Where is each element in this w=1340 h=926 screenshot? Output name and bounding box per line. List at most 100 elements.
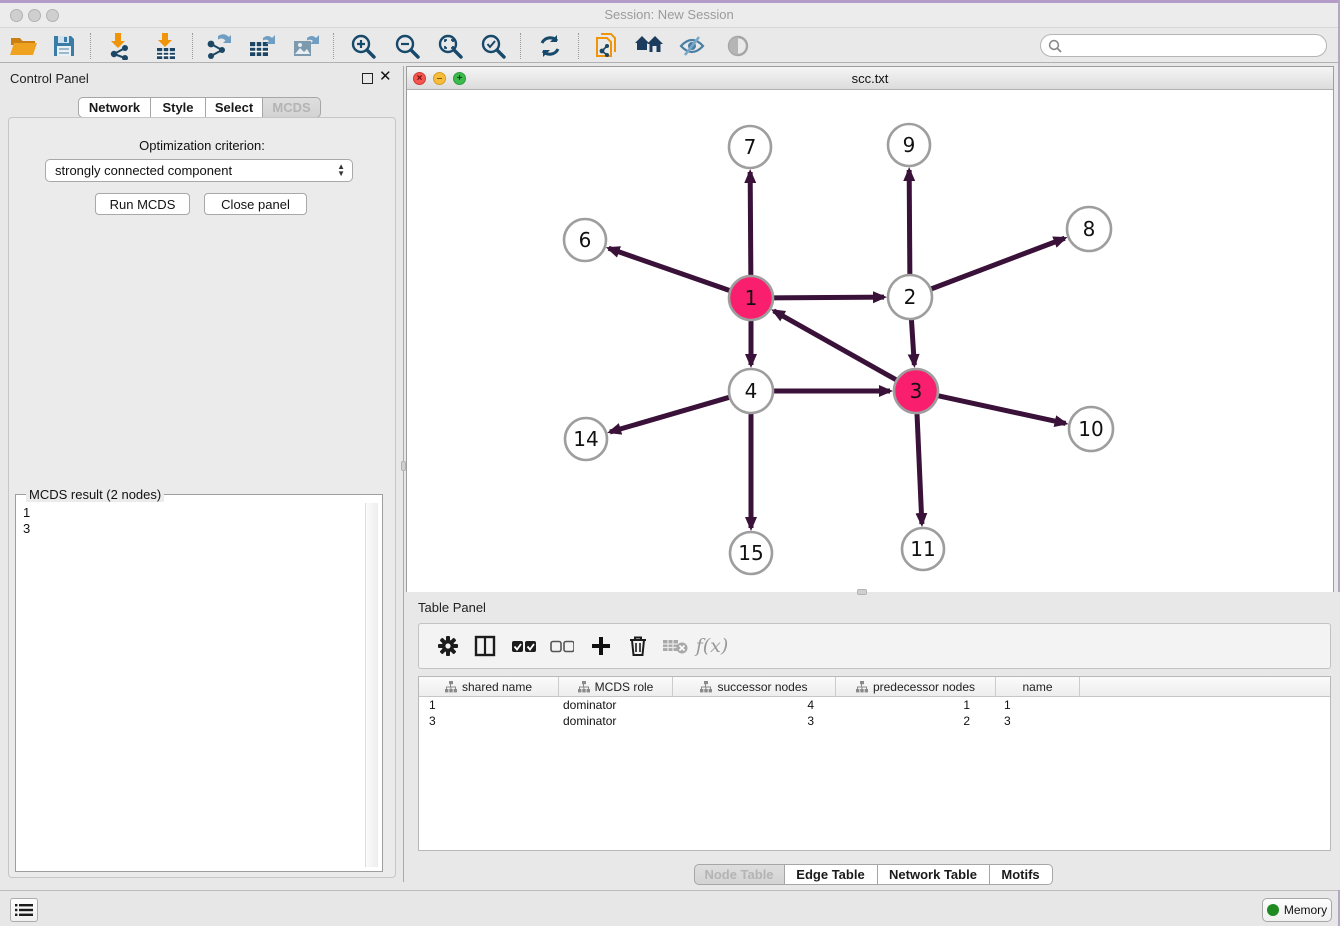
- home-layout-icon[interactable]: [631, 30, 667, 61]
- edge-3-10[interactable]: [936, 395, 1066, 423]
- column-header-predecessor-nodes[interactable]: predecessor nodes: [836, 677, 996, 697]
- svg-text:1: 1: [745, 286, 758, 310]
- cell-predecessor-nodes[interactable]: 2: [836, 713, 996, 729]
- deselect-all-icon[interactable]: [545, 624, 579, 668]
- toolbar-separator: [578, 33, 579, 59]
- svg-text:7: 7: [744, 135, 757, 159]
- gear-icon[interactable]: [431, 624, 465, 668]
- node-15[interactable]: 15: [730, 532, 772, 574]
- tab-edge-table[interactable]: Edge Table: [785, 864, 878, 885]
- network-graph[interactable]: 1 2 3 4 6 7 8 9 10 11 14 15: [407, 90, 1335, 592]
- close-panel-button[interactable]: Close panel: [204, 193, 307, 215]
- splitter-handle[interactable]: [857, 589, 867, 595]
- node-4[interactable]: 4: [729, 369, 773, 413]
- mcds-result-scrollbar[interactable]: [365, 503, 378, 867]
- node-9[interactable]: 9: [888, 124, 930, 166]
- clone-network-icon[interactable]: [588, 30, 624, 61]
- table-row[interactable]: 3 dominator 3 2 3: [419, 713, 1330, 729]
- zoom-selected-icon[interactable]: [475, 30, 511, 61]
- node-3[interactable]: 3: [894, 369, 938, 413]
- export-network-icon[interactable]: [201, 30, 237, 61]
- splitter-handle[interactable]: [401, 461, 406, 471]
- node-10[interactable]: 10: [1069, 407, 1113, 451]
- tab-network[interactable]: Network: [78, 97, 151, 118]
- node-14[interactable]: 14: [565, 418, 607, 460]
- cell-shared-name[interactable]: 1: [419, 697, 559, 713]
- show-all-icon[interactable]: [720, 30, 756, 61]
- export-table-icon[interactable]: [244, 30, 280, 61]
- task-history-button[interactable]: [10, 898, 38, 922]
- hide-selected-icon[interactable]: [674, 30, 710, 61]
- tab-motifs[interactable]: Motifs: [990, 864, 1053, 885]
- node-table[interactable]: shared name MCDS role successor nodes pr…: [418, 676, 1331, 851]
- edge-3-11[interactable]: [917, 411, 922, 524]
- column-header-shared-name[interactable]: shared name: [419, 677, 559, 697]
- edge-3-1[interactable]: [774, 311, 899, 381]
- add-column-icon[interactable]: [584, 624, 618, 668]
- svg-text:9: 9: [903, 133, 916, 157]
- column-header-mcds-role[interactable]: MCDS role: [559, 677, 673, 697]
- network-window-titlebar[interactable]: × – + scc.txt: [407, 67, 1333, 90]
- cell-mcds-role[interactable]: dominator: [559, 697, 673, 713]
- window-title: Session: New Session: [0, 7, 1338, 22]
- memory-button[interactable]: Memory: [1262, 898, 1332, 922]
- float-panel-icon[interactable]: [362, 73, 373, 84]
- cell-name[interactable]: 3: [996, 713, 1080, 729]
- tab-network-table[interactable]: Network Table: [878, 864, 990, 885]
- edge-1-2[interactable]: [771, 297, 884, 298]
- edge-2-9[interactable]: [909, 170, 910, 277]
- table-panel: Table Panel ✕: [406, 596, 1340, 890]
- import-table-icon[interactable]: [148, 30, 184, 61]
- edge-4-14[interactable]: [610, 397, 732, 432]
- node-2[interactable]: 2: [888, 275, 932, 319]
- table-panel-title: Table Panel: [418, 600, 486, 615]
- mcds-result-title: MCDS result (2 nodes): [26, 487, 164, 502]
- zoom-out-icon[interactable]: [389, 30, 425, 61]
- dropdown-arrows-icon: ▲▼: [337, 163, 345, 177]
- cell-name[interactable]: 1: [996, 697, 1080, 713]
- mcds-result-text[interactable]: 1 3: [20, 503, 365, 867]
- delete-column-icon[interactable]: [621, 624, 655, 668]
- edge-2-8[interactable]: [929, 238, 1065, 290]
- node-7[interactable]: 7: [729, 126, 771, 168]
- edge-1-7[interactable]: [750, 172, 751, 278]
- column-chooser-icon[interactable]: [468, 624, 502, 668]
- function-builder-icon[interactable]: f(x): [695, 624, 729, 668]
- delete-table-icon[interactable]: [658, 624, 692, 668]
- zoom-fit-icon[interactable]: [432, 30, 468, 61]
- export-image-icon[interactable]: [288, 30, 324, 61]
- cell-successor-nodes[interactable]: 4: [673, 697, 836, 713]
- edge-2-3[interactable]: [911, 317, 914, 365]
- search-input[interactable]: [1066, 37, 1326, 55]
- cell-predecessor-nodes[interactable]: 1: [836, 697, 996, 713]
- attribute-icon: [578, 681, 590, 693]
- run-mcds-button[interactable]: Run MCDS: [95, 193, 190, 215]
- network-canvas[interactable]: 1 2 3 4 6 7 8 9 10 11 14 15: [407, 90, 1333, 592]
- table-row[interactable]: 1 dominator 4 1 1: [419, 697, 1330, 713]
- cell-mcds-role[interactable]: dominator: [559, 713, 673, 729]
- cell-shared-name[interactable]: 3: [419, 713, 559, 729]
- edge-1-6[interactable]: [609, 248, 733, 291]
- criterion-dropdown[interactable]: strongly connected component ▲▼: [45, 159, 353, 182]
- svg-text:15: 15: [738, 541, 763, 565]
- zoom-in-icon[interactable]: [345, 30, 381, 61]
- open-folder-icon[interactable]: [5, 30, 41, 61]
- node-8[interactable]: 8: [1067, 207, 1111, 251]
- import-network-icon[interactable]: [101, 30, 137, 61]
- search-field[interactable]: [1040, 34, 1327, 57]
- column-header-name[interactable]: name: [996, 677, 1080, 697]
- node-1[interactable]: 1: [729, 276, 773, 320]
- column-header-successor-nodes[interactable]: successor nodes: [673, 677, 836, 697]
- node-6[interactable]: 6: [564, 219, 606, 261]
- select-all-icon[interactable]: [507, 624, 541, 668]
- cell-successor-nodes[interactable]: 3: [673, 713, 836, 729]
- control-panel: Control Panel ✕ Network Style Select MCD…: [0, 66, 404, 882]
- close-panel-icon[interactable]: ✕: [379, 68, 392, 86]
- tab-mcds[interactable]: MCDS: [263, 97, 321, 118]
- tab-select[interactable]: Select: [206, 97, 263, 118]
- save-icon[interactable]: [46, 30, 82, 61]
- refresh-icon[interactable]: [532, 30, 568, 61]
- tab-style[interactable]: Style: [151, 97, 206, 118]
- tab-node-table[interactable]: Node Table: [694, 864, 785, 885]
- node-11[interactable]: 11: [902, 528, 944, 570]
